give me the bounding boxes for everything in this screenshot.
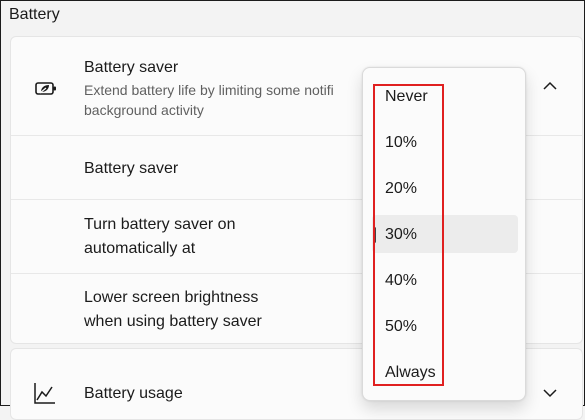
battery-saver-description-line2: background activity [84, 102, 204, 118]
highlight-annotation [373, 84, 444, 386]
turn-on-label-line1: Turn battery saver on [84, 216, 236, 233]
battery-saver-title: Battery saver [84, 59, 179, 76]
lower-brightness-label-line2: when using battery saver [84, 313, 262, 330]
lower-brightness-label-line1: Lower screen brightness [84, 289, 259, 306]
section-title: Battery [9, 6, 60, 23]
turn-on-label-line2: automatically at [84, 240, 196, 257]
battery-usage-title: Battery usage [84, 385, 183, 402]
battery-saver-description-line1: Extend battery life by limiting some not… [84, 82, 334, 98]
chevron-down-icon[interactable] [542, 385, 558, 401]
chevron-up-icon[interactable] [542, 78, 558, 94]
battery-leaf-icon [34, 76, 58, 100]
line-chart-icon [32, 381, 56, 405]
battery-saver-row-label: Battery saver [84, 160, 179, 177]
